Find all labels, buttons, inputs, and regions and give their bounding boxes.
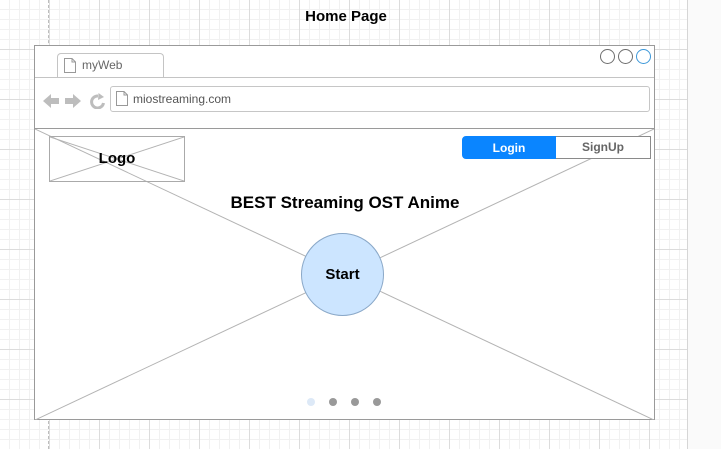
close-icon[interactable] <box>636 49 651 64</box>
browser-window: myWeb miostreaming.com Logo Login SignUp… <box>34 45 655 420</box>
tab-bar: myWeb <box>35 46 654 78</box>
browser-tab[interactable]: myWeb <box>57 53 164 77</box>
signup-button[interactable]: SignUp <box>556 136 651 159</box>
navigation-buttons <box>43 93 107 114</box>
page-title: Home Page <box>305 8 387 25</box>
carousel-indicators <box>307 398 387 408</box>
carousel-dot[interactable] <box>351 398 359 406</box>
tab-label: myWeb <box>82 58 123 72</box>
restore-icon[interactable] <box>618 49 633 64</box>
logo-label: Logo <box>98 150 136 167</box>
forward-arrow-icon[interactable] <box>65 94 81 108</box>
document-icon <box>64 58 76 78</box>
address-bar[interactable]: miostreaming.com <box>110 86 650 112</box>
auth-buttons: Login SignUp <box>462 136 651 159</box>
hero-headline: BEST Streaming OST Anime <box>230 193 460 212</box>
start-button[interactable]: Start <box>301 233 384 316</box>
carousel-dot[interactable] <box>329 398 337 406</box>
page-content: Logo Login SignUp BEST Streaming OST Ani… <box>35 128 654 420</box>
carousel-dot[interactable] <box>373 398 381 406</box>
right-panel <box>687 0 721 449</box>
url-text: miostreaming.com <box>133 92 232 106</box>
logo[interactable]: Logo <box>49 136 185 182</box>
minimize-icon[interactable] <box>600 49 615 64</box>
login-button[interactable]: Login <box>462 136 556 159</box>
page-icon <box>116 91 128 111</box>
reload-icon[interactable] <box>90 93 105 110</box>
back-arrow-icon[interactable] <box>43 94 59 108</box>
carousel-dot[interactable] <box>307 398 315 406</box>
